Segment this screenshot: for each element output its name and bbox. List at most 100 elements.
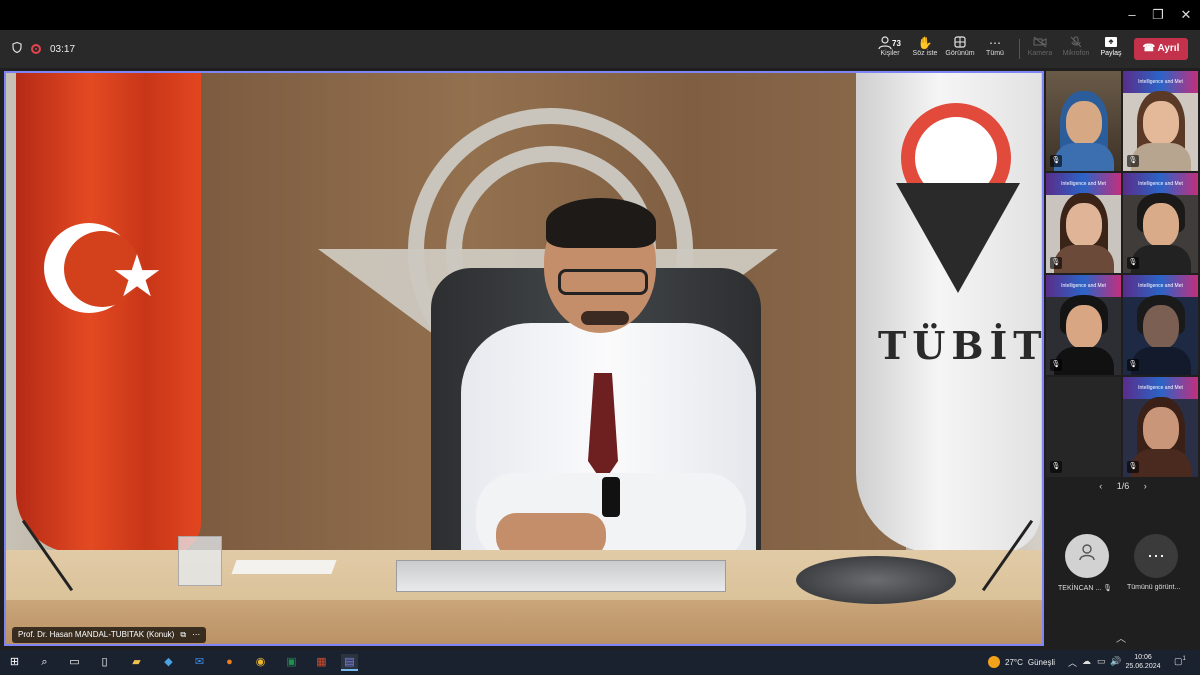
window-title-bar: – ❐ ✕ (0, 0, 1200, 30)
mail-icon[interactable]: ✉ (191, 654, 208, 671)
close-window-button[interactable]: ✕ (1176, 5, 1196, 25)
teams-icon[interactable]: ▤ (341, 654, 358, 671)
chrome-icon[interactable]: ◉ (252, 654, 269, 671)
event-banner: Intelligence and Met (1046, 275, 1121, 297)
participant-tile[interactable]: Intelligence and Met 🎙 (1123, 275, 1198, 375)
restore-button[interactable]: ❐ (1148, 5, 1168, 25)
svg-text:73: 73 (892, 39, 901, 48)
phone-icon: ☎ (1142, 43, 1156, 54)
view-button[interactable]: Görünüm (942, 36, 978, 64)
people-button[interactable]: 73 Kişiler (872, 36, 908, 64)
meeting-toolbar: 03:17 73 Kişiler ✋ Söz iste Görünüm ⋯ Tü… (0, 30, 1200, 68)
task-view-icon[interactable]: ▭ (66, 654, 83, 671)
onedrive-icon[interactable]: ☁ (1082, 656, 1091, 667)
weather-widget[interactable]: 27°C Güneşli (988, 656, 1055, 668)
chevron-up-icon[interactable]: ︿ (1116, 630, 1126, 645)
camera-button[interactable]: Kamera (1022, 36, 1058, 64)
weather-label: Güneşli (1027, 657, 1055, 667)
mic-muted-icon: 🎙 (1103, 585, 1113, 592)
toolbar-divider (1019, 39, 1020, 59)
firefox-icon[interactable]: ● (221, 654, 238, 671)
grid-icon (942, 36, 978, 50)
clock-time: 10:06 (1134, 654, 1152, 661)
water-glass (178, 536, 222, 586)
leave-label: Ayrıl (1157, 43, 1180, 54)
participant-tile[interactable]: Intelligence and Met 🎙 (1123, 377, 1198, 477)
participant-tile[interactable]: Intelligence and Met 🎙 (1123, 71, 1198, 171)
notification-icon[interactable]: ▢1 (1174, 656, 1186, 667)
event-banner: Intelligence and Met (1123, 377, 1198, 399)
clock-date: 25.06.2024 (1125, 663, 1161, 670)
file-icon[interactable]: ▯ (96, 654, 113, 671)
share-icon (1093, 36, 1129, 50)
camera-label: Kamera (1027, 50, 1053, 57)
tubitak-flag-text: TÜBİTA (878, 323, 1044, 368)
tubitak-logo-triangle (896, 183, 1020, 293)
page-next-button[interactable]: › (1144, 481, 1147, 491)
taskbar-clock[interactable]: 10:06 25.06.2024 (1125, 653, 1161, 671)
mic-muted-icon: 🎙 (1127, 461, 1139, 473)
meeting-timer: 03:17 (50, 43, 76, 55)
tray-overflow-icon[interactable]: ︿ (1068, 656, 1077, 669)
tile-options-button[interactable]: ⋯ (192, 627, 200, 643)
mic-muted-icon: 🎙 (1050, 257, 1062, 269)
windows-start-icon[interactable]: ⊞ (6, 654, 23, 671)
volume-icon[interactable]: 🔊 (1110, 656, 1121, 667)
display-icon[interactable]: ▭ (1097, 656, 1106, 667)
user-avatar-button[interactable] (1065, 534, 1109, 578)
shield-icon (12, 41, 22, 56)
speaker-name-tag[interactable]: Prof. Dr. Hasan MANDAL-TUBITAK (Konuk) ⧉… (12, 627, 207, 643)
share-button[interactable]: Paylaş (1093, 36, 1129, 64)
search-icon[interactable]: ⌕ (36, 654, 53, 671)
meeting-status: 03:17 (12, 41, 76, 56)
mic-muted-icon: 🎙 (1050, 359, 1062, 371)
page-indicator: 1/6 (1116, 481, 1130, 491)
speaker-name: Prof. Dr. Hasan MANDAL-TUBITAK (Konuk) (18, 630, 175, 639)
participant-tile[interactable]: 🎙 (1046, 377, 1121, 477)
mic-muted-icon: 🎙 (1127, 155, 1139, 167)
show-all-button[interactable]: ⋯ (1134, 534, 1178, 578)
windows-taskbar: ⊞ ⌕ ▭ ▯ ▰ ◆ ✉ ● ◉ ▣ ▦ ▤ 27°C Güneşli ︿ ☁… (0, 650, 1200, 675)
desk-paper (231, 560, 337, 574)
tubitak-flag: TÜBİTA (856, 73, 1044, 553)
screen-share-icon: ⧉ (180, 630, 187, 639)
microphone-button[interactable]: Mikrofon (1058, 36, 1094, 64)
more-label: Tümü (986, 50, 1004, 57)
app-icon[interactable]: ▦ (313, 654, 330, 671)
conference-speaker (796, 556, 956, 604)
sun-icon (988, 656, 1000, 668)
participant-tile[interactable]: Intelligence and Met 🎙 (1046, 275, 1121, 375)
view-label: Görünüm (945, 50, 975, 57)
turkish-flag: ★ (16, 73, 201, 553)
weather-temp: 27°C (1005, 657, 1023, 667)
camera-off-icon (1022, 36, 1058, 50)
participant-tile[interactable]: Intelligence and Met 🎙 (1046, 173, 1121, 273)
more-icon: ⋯ (989, 36, 1001, 50)
smartwatch (602, 477, 620, 517)
show-all-label: Tümünü görünt... (1127, 584, 1181, 591)
participant-tile[interactable]: 🎙 (1046, 71, 1121, 171)
excel-icon[interactable]: ▣ (283, 654, 300, 671)
raise-hand-label: Söz iste (912, 50, 938, 57)
leave-button[interactable]: ☎ Ayrıl (1134, 38, 1188, 60)
participant-tile[interactable]: Intelligence and Met 🎙 (1123, 173, 1198, 273)
share-label: Paylaş (1100, 50, 1122, 57)
people-icon: 73 (872, 36, 908, 50)
star-icon: ★ (111, 244, 163, 309)
mic-muted-icon: 🎙 (1127, 359, 1139, 371)
mic-muted-icon: 🎙 (1050, 155, 1062, 167)
page-prev-button[interactable]: ‹ (1099, 481, 1102, 491)
store-icon[interactable]: ◆ (160, 654, 177, 671)
mic-muted-icon: 🎙 (1127, 257, 1139, 269)
people-label: Kişiler (880, 50, 900, 57)
raise-hand-button[interactable]: ✋ Söz iste (907, 36, 943, 64)
event-banner: Intelligence and Met (1123, 275, 1198, 297)
mic-muted-icon: 🎙 (1050, 461, 1062, 473)
user-avatar-label: TEKİNCAN ... 🎙 (1058, 585, 1113, 592)
more-actions-button[interactable]: ⋯ Tümü (977, 36, 1013, 64)
mic-off-icon (1058, 36, 1094, 50)
minimize-button[interactable]: – (1122, 5, 1142, 25)
notification-count: 1 (1182, 656, 1186, 662)
file-explorer-icon[interactable]: ▰ (128, 654, 145, 671)
main-video-feed[interactable]: ★ TÜBİTA Prof. Dr. Hasan MANDAL-TUBITAK … (4, 71, 1044, 646)
